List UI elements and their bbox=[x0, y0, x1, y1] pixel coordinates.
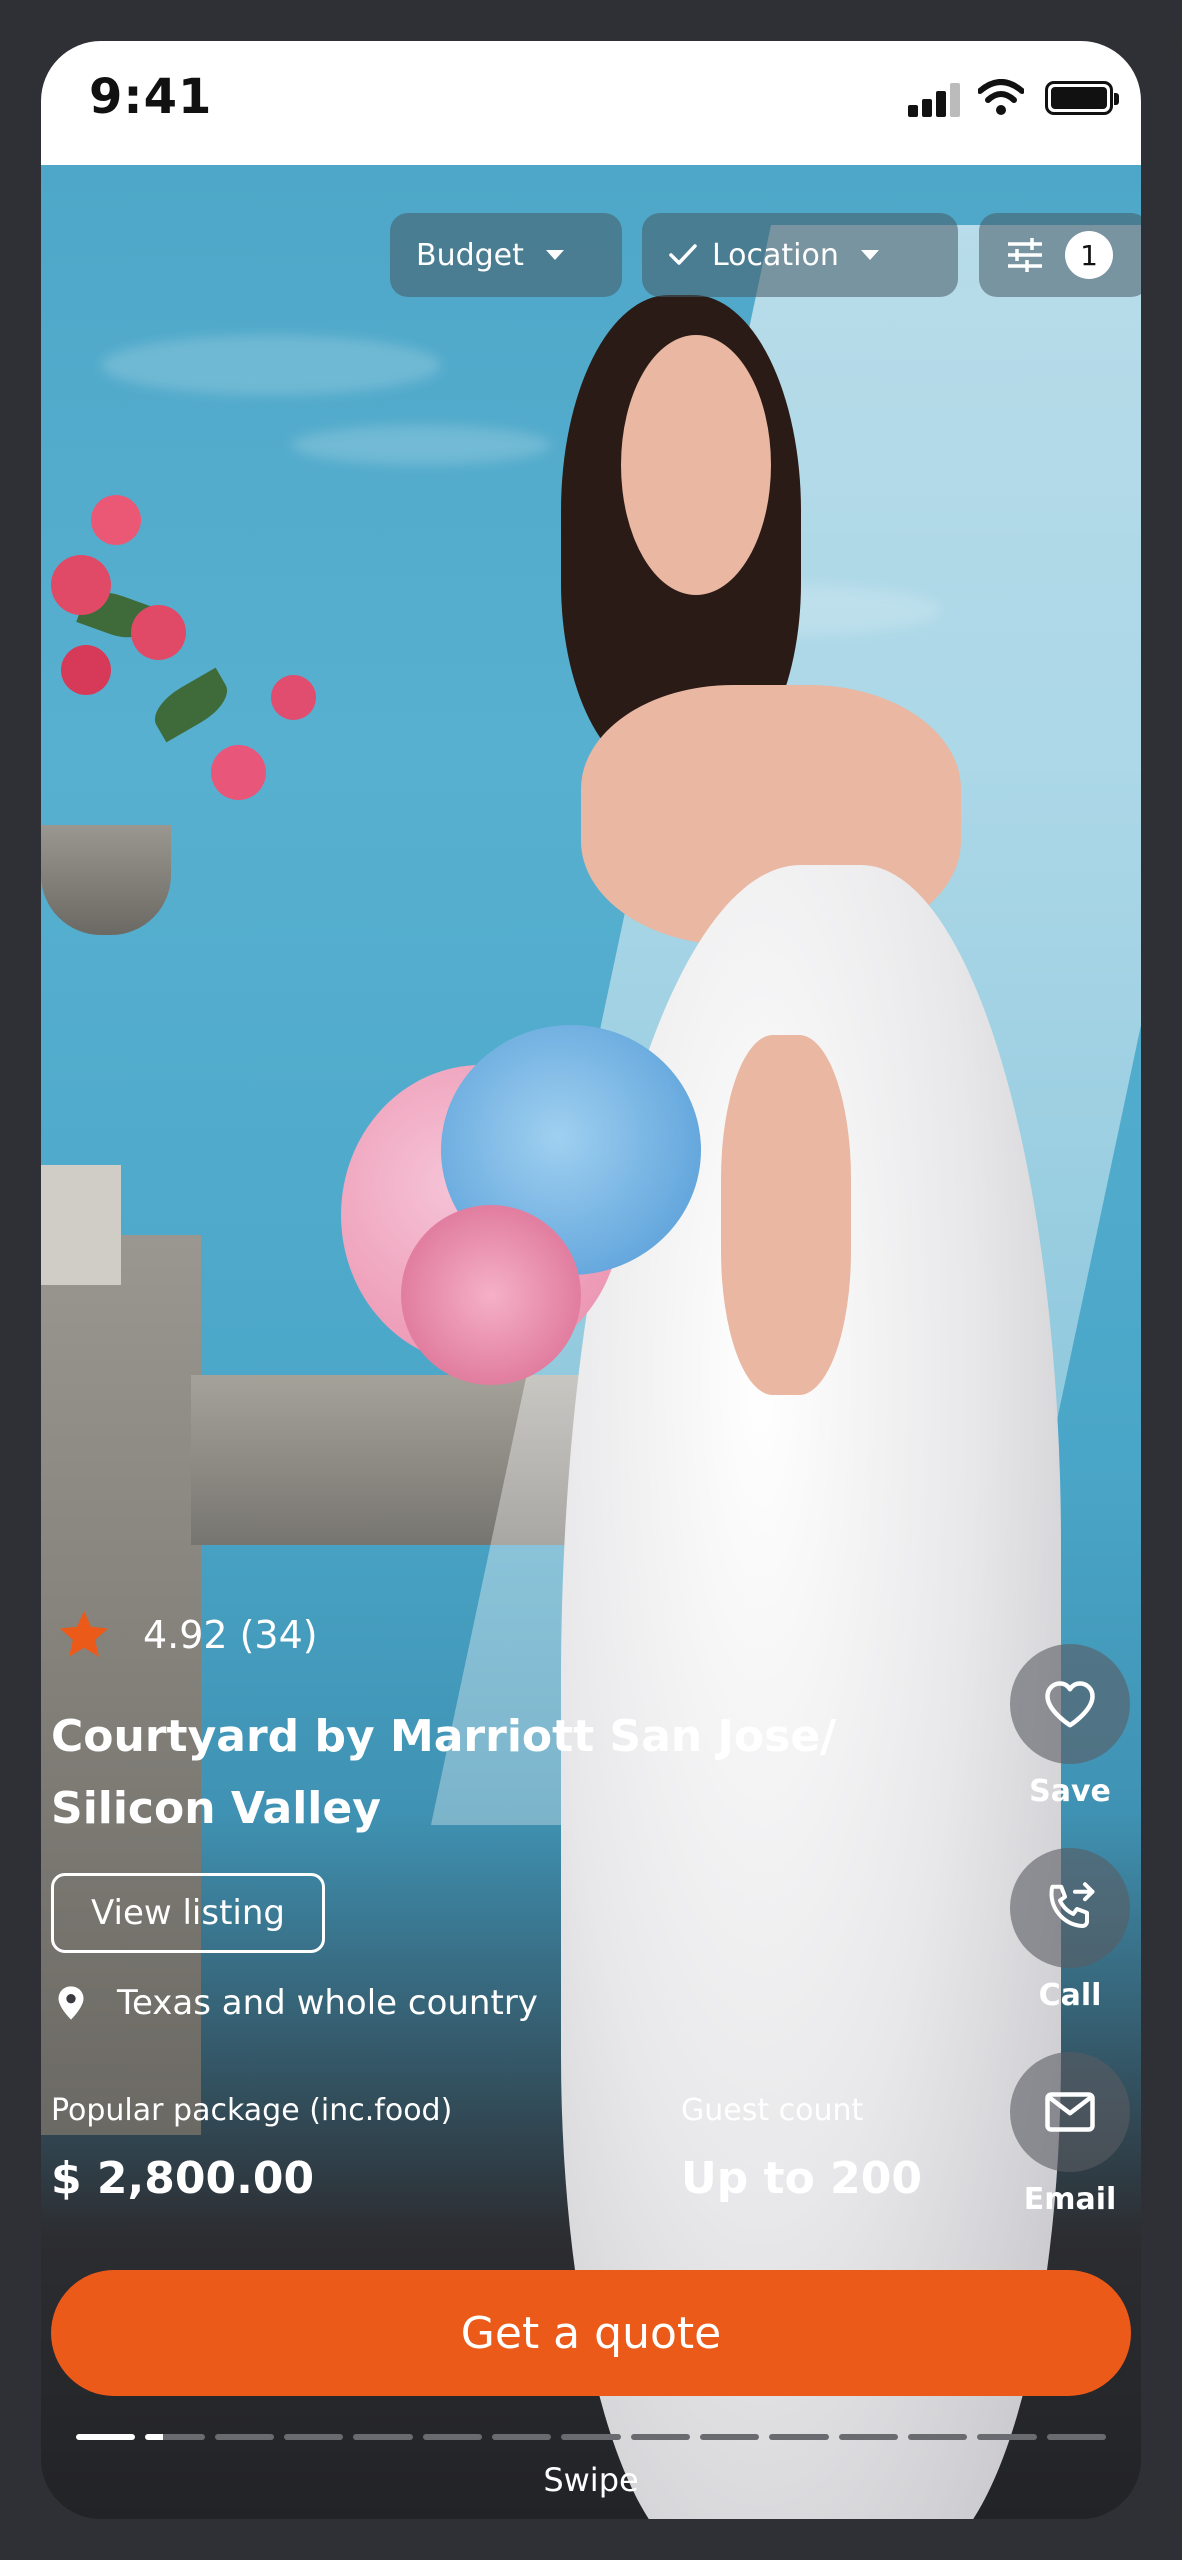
save-label: Save bbox=[1029, 1774, 1111, 1809]
mail-icon bbox=[1045, 2092, 1095, 2132]
progress-segment bbox=[283, 2434, 344, 2440]
status-bar: 9:41 bbox=[41, 41, 1141, 165]
call-circle[interactable] bbox=[1010, 1848, 1130, 1968]
sliders-icon bbox=[1008, 238, 1042, 272]
progress-segment bbox=[630, 2434, 690, 2440]
call-label: Call bbox=[1038, 1978, 1102, 2013]
package-label: Popular package (inc.food) bbox=[51, 2093, 453, 2128]
progress-segment bbox=[76, 2434, 136, 2440]
rating: 4.92 (34) bbox=[55, 1606, 318, 1664]
heart-icon bbox=[1045, 1681, 1095, 1728]
progress-segment bbox=[699, 2434, 760, 2440]
cellular-signal-icon bbox=[908, 83, 960, 117]
listing-title-line-2: Silicon Valley bbox=[51, 1783, 381, 1834]
guest-count-label: Guest count bbox=[681, 2093, 864, 2128]
listing-title-line-1: Courtyard by Marriott San Jose/ bbox=[51, 1711, 837, 1762]
phone-frame: 9:41 Budget Location 1 4.92 (34) Courtya… bbox=[0, 0, 1182, 2560]
view-listing-button[interactable]: View listing bbox=[51, 1873, 325, 1953]
review-count: (34) bbox=[239, 1613, 318, 1657]
location-text: Texas and whole country bbox=[117, 1983, 538, 2023]
call-button[interactable]: Call bbox=[1010, 1848, 1130, 2013]
status-time: 9:41 bbox=[89, 69, 213, 125]
battery-icon bbox=[1045, 81, 1119, 115]
star-icon bbox=[59, 1610, 109, 1657]
check-icon bbox=[669, 244, 697, 265]
progress-segment bbox=[491, 2434, 552, 2440]
phone-forward-icon bbox=[1049, 1882, 1095, 1928]
location-filter-label: Location bbox=[712, 237, 839, 273]
progress-segment bbox=[422, 2434, 482, 2440]
map-pin-icon bbox=[58, 1986, 84, 2020]
email-button[interactable]: Email bbox=[1010, 2052, 1130, 2217]
swipe-hint: Swipe bbox=[543, 2461, 639, 2499]
progress-segment bbox=[214, 2434, 274, 2440]
filters-button[interactable]: 1 bbox=[979, 213, 1141, 297]
listing-title: Courtyard by Marriott San Jose/ Silicon … bbox=[51, 1701, 931, 1845]
package-price: $ 2,800.00 bbox=[51, 2153, 315, 2204]
location-filter-chip[interactable]: Location bbox=[642, 213, 958, 297]
email-circle[interactable] bbox=[1010, 2052, 1130, 2172]
get-quote-button[interactable]: Get a quote bbox=[51, 2270, 1131, 2396]
progress-segment bbox=[769, 2434, 829, 2440]
screen: 9:41 Budget Location 1 4.92 (34) Courtya… bbox=[41, 41, 1141, 2519]
progress-segment bbox=[561, 2434, 621, 2440]
guest-count-value: Up to 200 bbox=[681, 2153, 922, 2204]
progress-segment bbox=[1046, 2434, 1106, 2440]
progress-segment bbox=[907, 2434, 968, 2440]
chevron-down-icon bbox=[860, 250, 879, 260]
save-circle[interactable] bbox=[1010, 1644, 1130, 1764]
budget-filter-chip[interactable]: Budget bbox=[390, 213, 622, 297]
progress-segment bbox=[353, 2434, 413, 2440]
listing-location: Texas and whole country bbox=[51, 1983, 538, 2023]
email-label: Email bbox=[1023, 2182, 1117, 2217]
rating-value: 4.92 bbox=[143, 1613, 228, 1657]
progress-segment bbox=[838, 2434, 898, 2440]
filter-count-badge: 1 bbox=[1065, 231, 1113, 279]
progress-segment bbox=[145, 2434, 205, 2440]
listing-progress bbox=[76, 2434, 1106, 2440]
chevron-down-icon bbox=[545, 250, 564, 260]
budget-filter-label: Budget bbox=[416, 237, 524, 273]
save-button[interactable]: Save bbox=[1010, 1644, 1130, 1809]
wifi-icon bbox=[978, 79, 1024, 115]
progress-segment bbox=[977, 2434, 1037, 2440]
